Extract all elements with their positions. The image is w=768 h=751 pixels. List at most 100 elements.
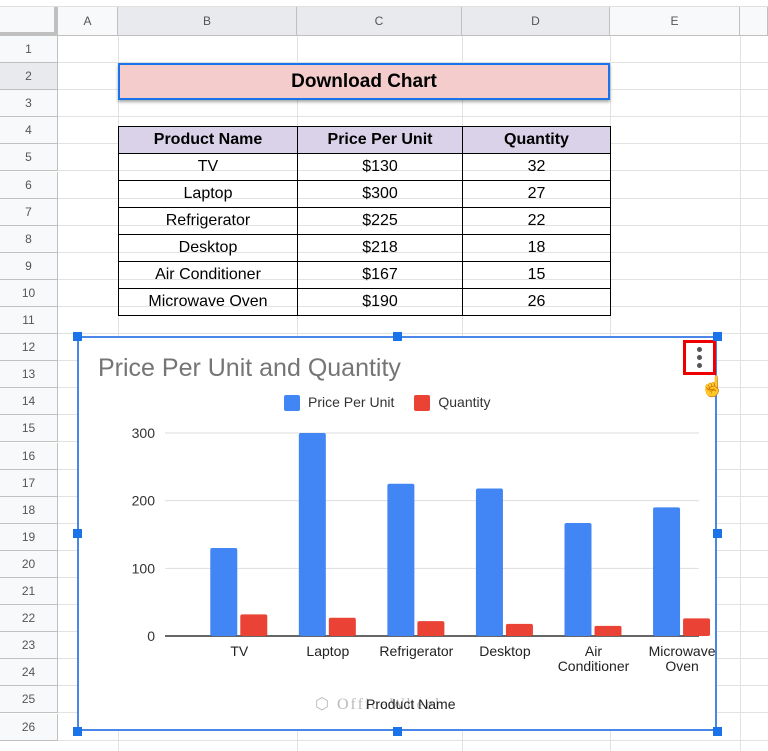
x-tick-label: Desktop xyxy=(479,643,531,659)
y-tick-label: 300 xyxy=(132,425,156,441)
resize-handle[interactable] xyxy=(713,529,722,538)
row-header[interactable]: 23 xyxy=(0,632,58,660)
select-all-corner[interactable] xyxy=(0,7,58,36)
bar-quantity xyxy=(328,617,356,636)
column-header[interactable]: C xyxy=(297,7,462,36)
table-cell[interactable]: $300 xyxy=(297,180,463,208)
table-row: Laptop $300 27 xyxy=(118,180,611,208)
x-tick-label: Microwave xyxy=(649,643,716,659)
table-cell[interactable]: Desktop xyxy=(118,234,298,262)
resize-handle[interactable] xyxy=(73,332,82,341)
resize-handle[interactable] xyxy=(713,332,722,341)
table-cell[interactable]: 27 xyxy=(462,180,611,208)
download-chart-button[interactable]: Download Chart xyxy=(118,63,610,100)
gridline xyxy=(58,116,768,118)
x-tick-label: Conditioner xyxy=(558,658,630,674)
header-product-name[interactable]: Product Name xyxy=(118,126,298,154)
row-header[interactable]: 4 xyxy=(0,117,58,145)
bar-price xyxy=(564,522,592,636)
table-cell[interactable]: 26 xyxy=(462,288,611,316)
bar-price xyxy=(298,433,326,636)
table-cell[interactable]: $130 xyxy=(297,153,463,181)
table-cell[interactable]: $225 xyxy=(297,207,463,235)
table-row: Refrigerator $225 22 xyxy=(118,207,611,235)
row-header[interactable]: 3 xyxy=(0,90,58,118)
row-header[interactable]: 5 xyxy=(0,144,58,172)
table-row: Microwave Oven $190 26 xyxy=(118,288,611,316)
resize-handle[interactable] xyxy=(393,332,402,341)
row-header[interactable]: 20 xyxy=(0,550,58,578)
gridline xyxy=(58,739,768,741)
bar-quantity xyxy=(683,618,711,636)
header-price-per-unit[interactable]: Price Per Unit xyxy=(297,126,463,154)
row-header[interactable]: 11 xyxy=(0,307,58,334)
row-header[interactable]: 14 xyxy=(0,388,58,416)
table-cell[interactable]: 18 xyxy=(462,234,611,262)
row-header[interactable]: 18 xyxy=(0,496,58,524)
gridline xyxy=(58,333,768,334)
bar-quantity xyxy=(417,621,445,636)
column-header[interactable]: A xyxy=(58,7,118,36)
resize-handle[interactable] xyxy=(73,529,82,538)
table-cell[interactable]: Air Conditioner xyxy=(118,261,298,289)
row-header[interactable]: 6 xyxy=(0,171,58,199)
resize-handle[interactable] xyxy=(713,727,722,736)
header-quantity[interactable]: Quantity xyxy=(462,126,611,154)
table-row: Desktop $218 18 xyxy=(118,234,611,262)
table-row: Air Conditioner $167 15 xyxy=(118,261,611,289)
column-header[interactable] xyxy=(740,7,768,36)
table-header-row: Product Name Price Per Unit Quantity xyxy=(118,126,611,154)
chart-container[interactable]: Price Per Unit and Quantity ☝ Price Per … xyxy=(77,336,725,731)
row-header[interactable]: 10 xyxy=(0,279,58,307)
table-cell[interactable]: 15 xyxy=(462,261,611,289)
x-tick-label: Oven xyxy=(665,658,698,674)
row-header[interactable]: 12 xyxy=(0,334,58,362)
bar-quantity xyxy=(240,614,268,636)
row-header[interactable]: 17 xyxy=(0,469,58,497)
table-cell[interactable]: $190 xyxy=(297,288,463,316)
row-header[interactable]: 15 xyxy=(0,415,58,443)
x-tick-label: TV xyxy=(230,643,249,659)
row-header[interactable]: 19 xyxy=(0,523,58,551)
row-header[interactable]: 2 xyxy=(0,63,58,91)
resize-handle[interactable] xyxy=(393,727,402,736)
chart-plot: 0 100 200 300 TV Laptop Refrigerator Desktop Air… xyxy=(132,425,716,674)
x-tick-label: Laptop xyxy=(306,643,349,659)
row-header[interactable]: 1 xyxy=(0,36,58,63)
row-header[interactable]: 7 xyxy=(0,198,58,226)
x-tick-label: Refrigerator xyxy=(379,643,453,659)
bar-price xyxy=(475,488,503,636)
column-header[interactable]: D xyxy=(462,7,610,36)
bar-price xyxy=(653,507,681,636)
row-header[interactable]: 22 xyxy=(0,605,58,633)
bar-quantity xyxy=(594,625,622,636)
table-cell[interactable]: Microwave Oven xyxy=(118,288,298,316)
resize-handle[interactable] xyxy=(73,727,82,736)
row-header[interactable]: 8 xyxy=(0,225,58,253)
table-cell[interactable]: TV xyxy=(118,153,298,181)
table-cell[interactable]: Refrigerator xyxy=(118,207,298,235)
table-cell[interactable]: Laptop xyxy=(118,180,298,208)
table-cell[interactable]: 22 xyxy=(462,207,611,235)
x-axis-title: Product Name xyxy=(366,696,456,712)
column-header[interactable]: B xyxy=(118,7,297,36)
row-header[interactable]: 16 xyxy=(0,442,58,470)
product-table: Product Name Price Per Unit Quantity TV $… xyxy=(118,126,611,316)
row-header[interactable]: 26 xyxy=(0,713,58,741)
bar-quantity xyxy=(505,623,533,636)
column-header[interactable]: E xyxy=(610,7,740,36)
table-cell[interactable]: $167 xyxy=(297,261,463,289)
table-cell[interactable]: $218 xyxy=(297,234,463,262)
row-header[interactable]: 25 xyxy=(0,686,58,714)
y-tick-label: 200 xyxy=(132,493,156,509)
bar-price xyxy=(387,483,415,636)
table-row: TV $130 32 xyxy=(118,153,611,181)
row-header[interactable]: 21 xyxy=(0,578,58,605)
x-tick-label: Air xyxy=(585,643,602,659)
table-cell[interactable]: 32 xyxy=(462,153,611,181)
y-tick-label: 100 xyxy=(132,560,156,576)
row-header[interactable]: 24 xyxy=(0,659,58,687)
row-header[interactable]: 9 xyxy=(0,252,58,280)
toolbar-strip xyxy=(0,0,768,7)
row-header[interactable]: 13 xyxy=(0,361,58,389)
